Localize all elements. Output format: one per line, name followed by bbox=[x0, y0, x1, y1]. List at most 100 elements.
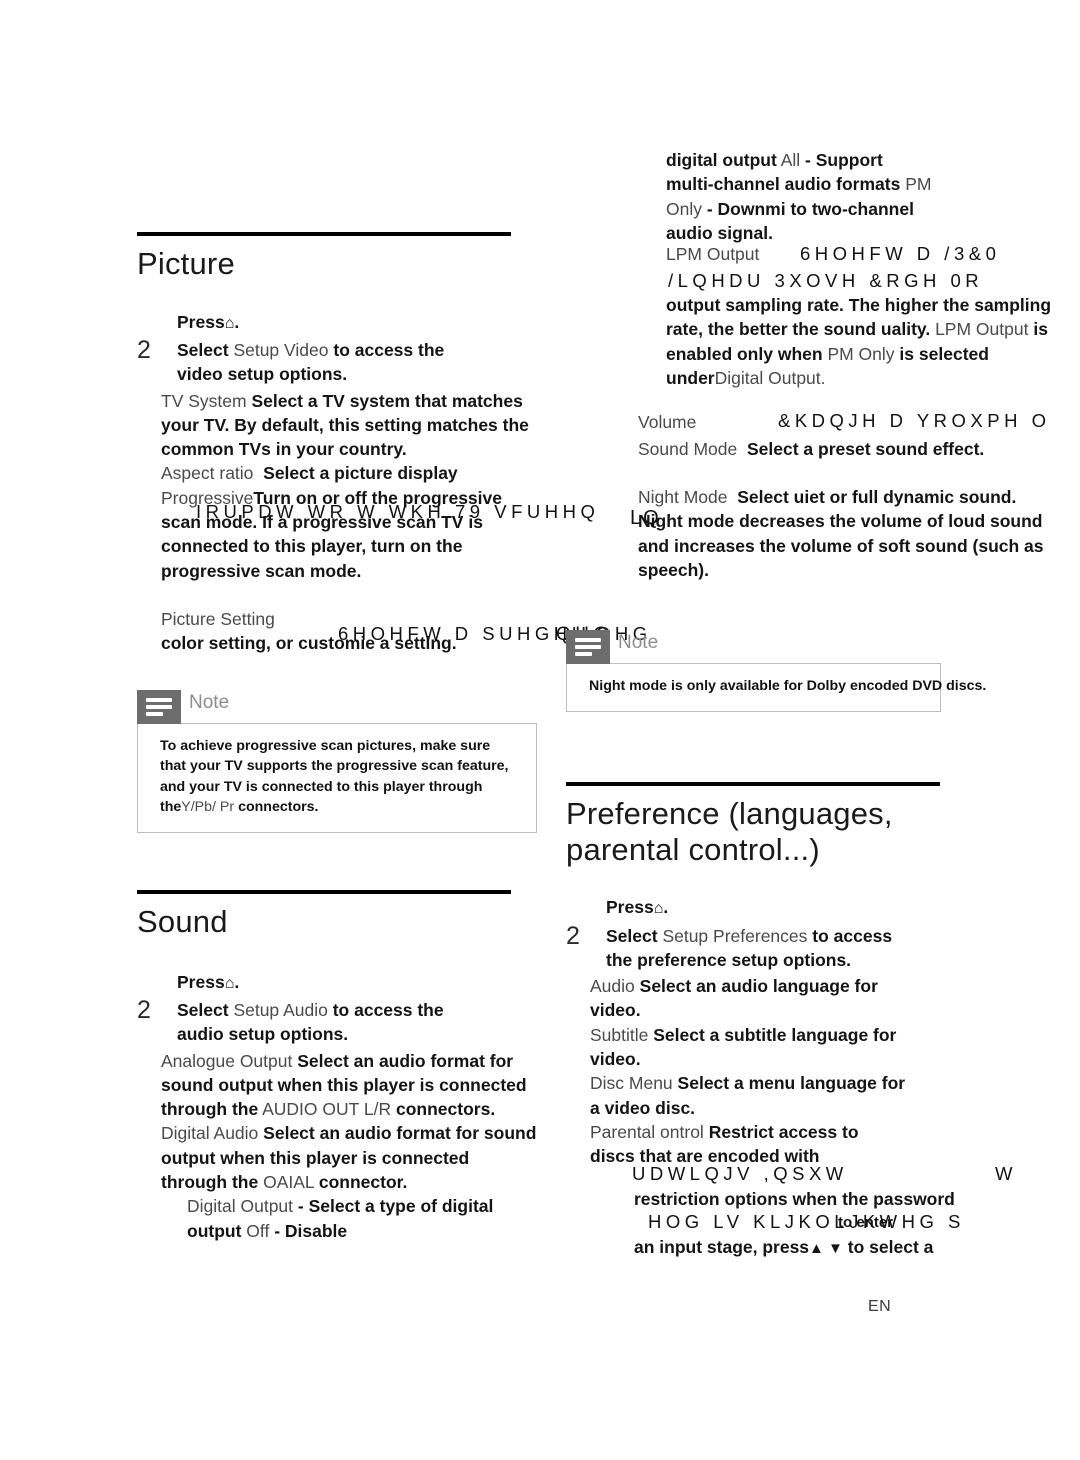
option-label: Sound Mode bbox=[638, 439, 738, 459]
step-number: 2 bbox=[137, 995, 151, 1024]
period: . bbox=[663, 897, 669, 918]
option-label: Audio bbox=[590, 976, 635, 997]
picture-step-2: 2 Select Setup Video to access the video… bbox=[137, 335, 537, 387]
picture-heading: Picture bbox=[137, 246, 235, 281]
parental-garbled-line-1-tail: W bbox=[995, 1163, 1017, 1184]
preference-section: Preference (languages, parental control.… bbox=[566, 782, 946, 1169]
lpm-desc-2c: is bbox=[1033, 319, 1048, 340]
period: . bbox=[234, 971, 240, 992]
lpm-desc-2b: LPM Output bbox=[935, 319, 1029, 340]
select-label: Select bbox=[177, 339, 229, 360]
lpm-output-label: LPM Output bbox=[666, 244, 760, 264]
menu-path-video: Video bbox=[284, 339, 329, 360]
preference-step-2: 2 Select Setup Preferences to access the… bbox=[566, 921, 946, 973]
option-desc-b: connector. bbox=[318, 1172, 408, 1193]
option-label: Digital Audio bbox=[161, 1123, 259, 1144]
note-text-light: Y/Pb/ Pr bbox=[181, 799, 235, 815]
page-footer-language: EN bbox=[868, 1298, 892, 1315]
option-label: Parental ontrol bbox=[590, 1121, 704, 1142]
sound-heading: Sound bbox=[137, 904, 228, 939]
option-desc-head: Select uiet or full bbox=[737, 487, 879, 507]
night-mode-overlap-artifact: LQ bbox=[630, 507, 661, 529]
cont-line3b: - Downmi to two-channel bbox=[706, 198, 914, 219]
suboption-desc-b: - Disable bbox=[274, 1220, 348, 1241]
lpm-garbled-line-2: /LQHDU 3XOVH &RGH 0R bbox=[668, 270, 984, 291]
note-heading: Note bbox=[618, 632, 659, 653]
picture-note: Note To achieve progressive scan picture… bbox=[137, 689, 537, 833]
suboption-label: Digital Output bbox=[187, 1196, 294, 1217]
preference-option-subtitle: Subtitle Select a subtitle language for … bbox=[566, 1023, 916, 1072]
cont-line3a: Only bbox=[666, 198, 702, 219]
lpm-desc-2a: sound uality. bbox=[823, 319, 931, 340]
parental-desc-2: restriction options when the password bbox=[634, 1189, 955, 1209]
option-label: Analogue Output bbox=[161, 1050, 293, 1071]
menu-path-setup: Setup bbox=[233, 339, 280, 360]
sound-suboption-digital-output: Digital Output - Select a type of digita… bbox=[137, 1194, 537, 1243]
step-number: 2 bbox=[137, 335, 151, 364]
cont-line1c: - Support bbox=[805, 150, 883, 170]
home-icon: ⌂ bbox=[224, 974, 235, 992]
press-label: Press bbox=[177, 971, 225, 992]
section-rule-picture bbox=[137, 232, 511, 236]
menu-path-setup: Setup bbox=[662, 925, 709, 946]
option-desc: Select a preset sound effect. bbox=[746, 439, 985, 459]
option-label-b: AUDIO OUT L/R bbox=[262, 1099, 392, 1120]
option-label: Disc Menu bbox=[590, 1073, 673, 1094]
option-label-b: OAIAL bbox=[263, 1172, 314, 1193]
cont-line2a: multi-channel audio formats bbox=[666, 174, 901, 195]
lpm-desc-3a: enabled only when bbox=[666, 343, 823, 364]
parental-desc-3b: to select a bbox=[847, 1237, 934, 1257]
step-number: 2 bbox=[566, 921, 580, 950]
sound-section: Sound Press⌂. 2 Select Setup Audio to ac… bbox=[137, 890, 537, 1243]
home-icon: ⌂ bbox=[224, 314, 235, 332]
cont-line1b: All bbox=[780, 150, 801, 170]
menu-path-preferences: Preferences bbox=[713, 925, 808, 946]
arrow-keys-icon: ▲ ▼ bbox=[809, 1240, 843, 1257]
picture-step-1: Press⌂. bbox=[137, 310, 537, 336]
option-desc: Select a picture display bbox=[263, 463, 458, 484]
option-desc-b: connectors. bbox=[396, 1099, 496, 1120]
section-rule-preference bbox=[566, 782, 940, 786]
home-icon: ⌂ bbox=[653, 900, 664, 918]
parental-desc-3a: an input stage, press bbox=[634, 1237, 810, 1257]
step-line2: audio setup options. bbox=[177, 1024, 349, 1045]
parental-overlap-artifact: to enter bbox=[838, 1214, 894, 1231]
sound-mode-option: Sound Mode Select a preset sound effect. bbox=[638, 437, 1038, 461]
picture-option-aspect-ratio: Aspect ratio Select a picture display bbox=[137, 461, 537, 485]
step-tail: to access bbox=[812, 925, 893, 946]
volume-label: Volume bbox=[638, 412, 697, 432]
sound-cont-block: digital output All - Support multi-chann… bbox=[566, 148, 986, 245]
select-label: Select bbox=[177, 999, 229, 1020]
step-tail: to access the bbox=[333, 339, 445, 360]
sound-step-2: 2 Select Setup Audio to access the audio… bbox=[137, 995, 537, 1047]
note-icon bbox=[566, 630, 610, 664]
parental-desc-3: an input stage, press▲ ▼ to select a bbox=[634, 1235, 1014, 1261]
preference-option-audio: Audio Select an audio language for video… bbox=[566, 974, 916, 1023]
manual-page: Picture Press⌂. 2 Select Setup Video to … bbox=[0, 0, 1080, 1460]
picture-section: Picture Press⌂. 2 Select Setup Video to … bbox=[137, 232, 537, 833]
night-note-body: Night mode is only available for Dolby e… bbox=[566, 663, 986, 712]
preference-heading: Preference (languages, parental control.… bbox=[566, 796, 893, 867]
picture-option-tv-system: TV System Select a TV system that matche… bbox=[137, 389, 537, 462]
preference-step-1: Press⌂. bbox=[566, 895, 946, 921]
night-mode-note: Note Night mode is only available for Do… bbox=[566, 630, 986, 712]
preference-option-parental-control: Parental ontrol Restrict access to discs… bbox=[566, 1120, 866, 1169]
preference-steps: Press⌂. 2 Select Setup Preferences to ac… bbox=[566, 895, 946, 972]
lpm-desc-3c: is bbox=[899, 343, 915, 364]
option-label: TV System bbox=[161, 390, 247, 411]
lpm-desc-3b: PM Only bbox=[827, 343, 895, 364]
option-label: Subtitle bbox=[590, 1024, 649, 1045]
step-tail: to access the bbox=[332, 999, 444, 1020]
parental-garbled-line-1: UDWLQJV ,QSXW bbox=[632, 1163, 848, 1184]
option-label: Night Mode bbox=[638, 487, 728, 507]
note-icon bbox=[137, 689, 181, 724]
cont-line2b: PM bbox=[905, 174, 932, 195]
volume-garbled: &KDQJH D YROXPH O bbox=[778, 410, 1051, 431]
lpm-garbled-line-1: 6HOHFW D /3&0 bbox=[800, 243, 1001, 264]
cont-line1a: digital output bbox=[666, 150, 777, 170]
lpm-description: output sampling rate. The higher the sam… bbox=[666, 293, 1066, 390]
note-text-2: connectors. bbox=[238, 799, 319, 815]
preference-option-disc-menu: Disc Menu Select a menu language for a v… bbox=[566, 1071, 916, 1120]
step-line2: video setup options. bbox=[177, 364, 348, 385]
suboption-label-b: Off bbox=[246, 1220, 270, 1241]
